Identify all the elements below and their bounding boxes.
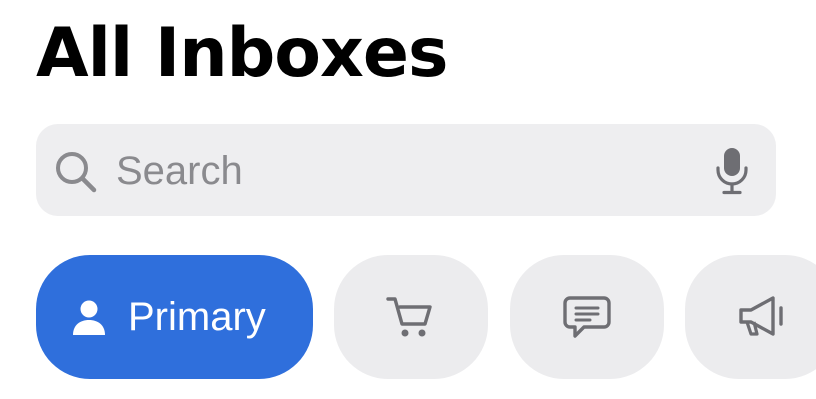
category-updates-tab[interactable] xyxy=(510,255,664,379)
category-primary-label: Primary xyxy=(128,295,266,339)
category-primary-tab[interactable]: Primary xyxy=(36,255,313,379)
page-title: All Inboxes xyxy=(36,14,448,93)
category-shopping-tab[interactable] xyxy=(334,255,488,379)
search-input[interactable] xyxy=(116,140,696,202)
chat-bubble-icon xyxy=(563,296,611,338)
microphone-icon[interactable] xyxy=(712,146,752,196)
category-promotions-tab[interactable] xyxy=(685,255,816,379)
person-icon xyxy=(73,300,105,335)
search-icon xyxy=(56,152,97,193)
shopping-cart-icon xyxy=(386,297,432,337)
megaphone-icon xyxy=(739,296,783,336)
